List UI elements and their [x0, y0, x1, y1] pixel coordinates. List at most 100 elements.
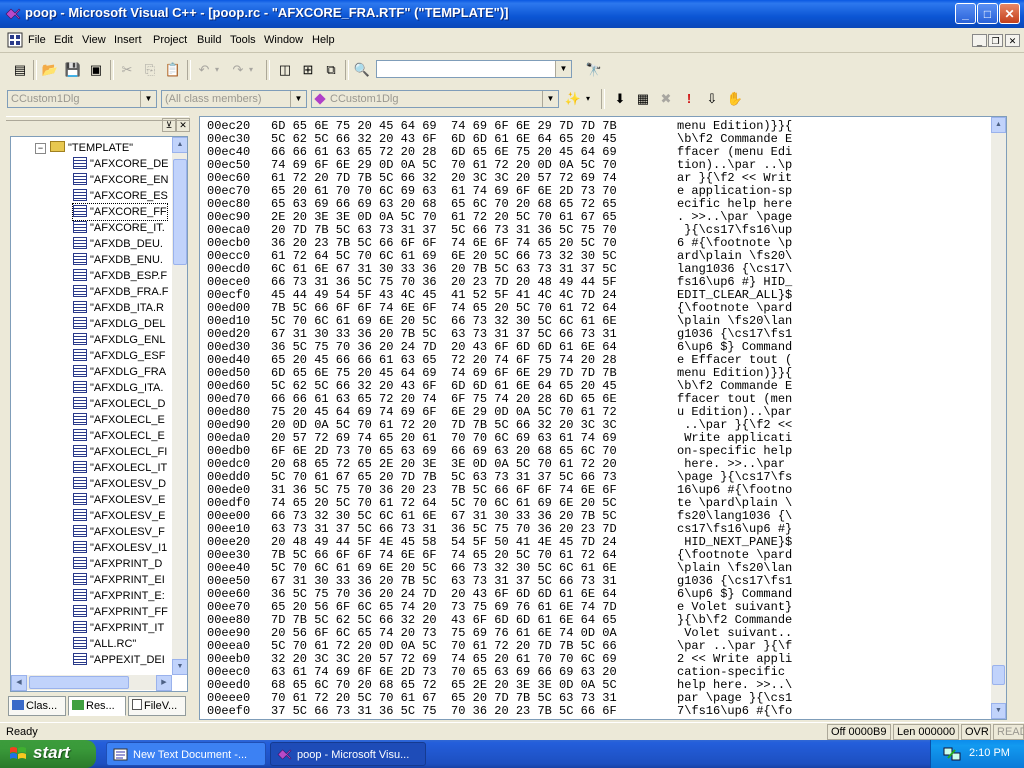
class-combo[interactable]: CCustom1Dlg ▼: [7, 90, 157, 108]
execute-icon[interactable]: !: [679, 89, 699, 109]
mdi-close-button[interactable]: ✕: [1005, 34, 1020, 47]
minimize-button[interactable]: _: [955, 3, 976, 24]
compile-icon[interactable]: ⬇: [610, 89, 630, 109]
tree-item[interactable]: "AFXCORE_DE: [73, 156, 168, 172]
pane-close-icon[interactable]: ✕: [176, 118, 190, 132]
tree-item[interactable]: "AFXOLESV_F: [73, 524, 165, 540]
pane-dock-icon[interactable]: ⊻: [162, 118, 176, 132]
tree-item[interactable]: "AFXOLESV_I1: [73, 540, 167, 556]
tree-item[interactable]: "AFXDLG_ITA.: [73, 380, 163, 396]
tab-fileview[interactable]: FileV...: [128, 696, 186, 716]
chevron-down-icon[interactable]: ▼: [555, 61, 571, 77]
tree-item[interactable]: "AFXPRINT_E:: [73, 588, 165, 604]
tree-item[interactable]: "AFXDB_FRA.F: [73, 284, 168, 300]
editor-vscroll-thumb[interactable]: [992, 665, 1005, 685]
save-icon[interactable]: 💾: [63, 60, 83, 80]
tree-item[interactable]: "AFXPRINT_D: [73, 556, 162, 572]
tree-item[interactable]: "AFXDLG_ENL: [73, 332, 165, 348]
scroll-up-icon[interactable]: ▲: [991, 117, 1006, 133]
workspace-window-icon[interactable]: ◫: [275, 60, 295, 80]
menu-view[interactable]: View: [82, 34, 106, 46]
undo-dropdown-icon[interactable]: ▾: [212, 60, 222, 80]
tree-item[interactable]: "AFXOLECL_IT: [73, 460, 167, 476]
find-binoculars-icon[interactable]: 🔭: [584, 60, 604, 80]
paste-icon[interactable]: 📋: [163, 60, 183, 80]
cut-icon[interactable]: ✂: [117, 60, 137, 80]
scroll-down-icon[interactable]: ▼: [172, 659, 187, 675]
tree-item[interactable]: "ALL.RC": [73, 636, 136, 652]
tree-item[interactable]: "AFXOLESV_E: [73, 492, 165, 508]
filter-combo[interactable]: (All class members) ▼: [161, 90, 307, 108]
document-system-icon[interactable]: [7, 32, 23, 48]
tree-item[interactable]: "AFXOLECL_FI: [73, 444, 167, 460]
tree-root[interactable]: − "TEMPLATE": [35, 140, 133, 156]
build-icon[interactable]: ▦: [633, 89, 653, 109]
menu-edit[interactable]: Edit: [54, 34, 73, 46]
menu-file[interactable]: File: [28, 34, 46, 46]
maximize-button[interactable]: □: [977, 3, 998, 24]
tab-resourceview[interactable]: Res...: [68, 696, 126, 716]
redo-icon[interactable]: ↷: [228, 60, 248, 80]
editor-vscrollbar[interactable]: ▲ ▼: [991, 117, 1006, 719]
tree-item[interactable]: "AFXCORE_FF: [72, 203, 168, 221]
tree-hscrollbar[interactable]: ◀ ▶: [11, 675, 172, 691]
title-bar[interactable]: poop - Microsoft Visual C++ - [poop.rc -…: [0, 0, 1024, 28]
tree-item[interactable]: "AFXDLG_FRA: [73, 364, 166, 380]
tree-item[interactable]: "AFXCORE_EN: [73, 172, 168, 188]
clock[interactable]: 2:10 PM: [969, 747, 1010, 759]
menu-project[interactable]: Project: [153, 34, 187, 46]
taskbar-item-notepad[interactable]: New Text Document -...: [106, 742, 266, 766]
tree-item[interactable]: "AFXOLECL_D: [73, 396, 165, 412]
menu-help[interactable]: Help: [312, 34, 335, 46]
menu-window[interactable]: Window: [264, 34, 303, 46]
scroll-down-icon[interactable]: ▼: [991, 703, 1006, 719]
tree-item[interactable]: "AFXOLECL_E: [73, 412, 165, 428]
stop-build-icon[interactable]: ✖: [656, 89, 676, 109]
resource-tree[interactable]: − "TEMPLATE" "AFXCORE_DE "AFXCORE_EN "AFXCO…: [10, 136, 188, 692]
go-icon[interactable]: ⇩: [702, 89, 722, 109]
tree-item[interactable]: "AFXCORE_IT.: [73, 220, 165, 236]
start-button[interactable]: start: [0, 740, 96, 768]
tree-vscrollbar[interactable]: ▲ ▼: [172, 137, 187, 675]
undo-icon[interactable]: ↶: [194, 60, 214, 80]
tab-classview[interactable]: Clas...: [8, 696, 66, 716]
breakpoint-hand-icon[interactable]: ✋: [725, 89, 745, 109]
tree-vscroll-thumb[interactable]: [173, 159, 187, 265]
taskbar-item-visualcpp[interactable]: poop - Microsoft Visu...: [270, 742, 426, 766]
menu-insert[interactable]: Insert: [114, 34, 142, 46]
workspace-icon[interactable]: ▤: [10, 60, 30, 80]
tree-item[interactable]: "AFXDLG_ESF: [73, 348, 165, 364]
tree-item[interactable]: "AFXPRINT_IT: [73, 620, 164, 636]
copy-icon[interactable]: ⎘: [140, 60, 160, 80]
open-folder-icon[interactable]: 📂: [40, 60, 60, 80]
scroll-right-icon[interactable]: ▶: [156, 675, 172, 691]
tree-item[interactable]: "APPEXIT_DEI: [73, 652, 165, 668]
tree-item[interactable]: "AFXOLESV_D: [73, 476, 166, 492]
output-window-icon[interactable]: ⊞: [298, 60, 318, 80]
chevron-down-icon[interactable]: ▼: [542, 91, 558, 107]
tree-item[interactable]: "AFXOLESV_E: [73, 508, 165, 524]
wizard-action-icon[interactable]: ✨: [563, 89, 583, 109]
find-combo[interactable]: ▼: [376, 60, 572, 78]
chevron-down-icon[interactable]: ▼: [290, 91, 306, 107]
scroll-up-icon[interactable]: ▲: [172, 137, 187, 153]
wizard-action-dropdown-icon[interactable]: ▾: [583, 89, 593, 109]
find-in-files-icon[interactable]: 🔍: [352, 60, 372, 80]
hex-editor[interactable]: 00ec20 6D 65 6E 75 20 45 64 69 74 69 6F 6…: [199, 116, 1007, 720]
close-button[interactable]: ✕: [999, 3, 1020, 24]
menu-build[interactable]: Build: [197, 34, 221, 46]
tree-item[interactable]: "AFXDB_ENU.: [73, 252, 163, 268]
mdi-restore-button[interactable]: ❐: [988, 34, 1003, 47]
tree-item[interactable]: "AFXDB_ESP.F: [73, 268, 167, 284]
tree-item[interactable]: "AFXDB_ITA.R: [73, 300, 164, 316]
tree-item[interactable]: "AFXPRINT_FF: [73, 604, 168, 620]
scroll-left-icon[interactable]: ◀: [11, 675, 27, 691]
redo-dropdown-icon[interactable]: ▾: [246, 60, 256, 80]
tree-item[interactable]: "AFXOLECL_E: [73, 428, 165, 444]
tree-item[interactable]: "AFXDB_DEU.: [73, 236, 163, 252]
tree-item[interactable]: "AFXDLG_DEL: [73, 316, 165, 332]
visual-cpp-app-icon[interactable]: [5, 7, 21, 21]
network-tray-icon[interactable]: [943, 746, 961, 762]
chevron-down-icon[interactable]: ▼: [140, 91, 156, 107]
tree-item[interactable]: "AFXPRINT_EI: [73, 572, 165, 588]
